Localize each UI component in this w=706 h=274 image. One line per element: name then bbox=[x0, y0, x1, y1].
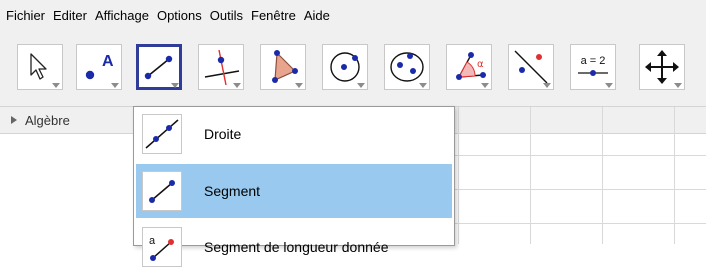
algebra-view[interactable] bbox=[0, 134, 136, 244]
menu-bar: Fichier Editer Affichage Options Outils … bbox=[0, 0, 706, 30]
line-through-two-points-icon bbox=[145, 119, 179, 149]
dropdown-item-label: Segment bbox=[204, 183, 261, 199]
menu-fichier[interactable]: Fichier bbox=[0, 8, 49, 23]
segment-tool-button[interactable] bbox=[136, 44, 182, 90]
algebra-panel-header[interactable]: Algèbre bbox=[0, 107, 136, 134]
menu-outils[interactable]: Outils bbox=[206, 8, 247, 23]
toolbar: A α a = 2 bbox=[0, 30, 706, 107]
dropdown-item-icon bbox=[142, 171, 182, 211]
dropdown-item-segment[interactable]: Segment bbox=[136, 164, 452, 218]
point-label: A bbox=[102, 53, 114, 70]
dropdown-item-label: Droite bbox=[204, 126, 242, 142]
expand-arrow-icon bbox=[295, 83, 303, 88]
menu-aide[interactable]: Aide bbox=[300, 8, 334, 23]
expand-arrow-icon bbox=[481, 83, 489, 88]
dropdown-item-label: Segment de longueur donnée bbox=[204, 239, 389, 255]
dropdown-item-icon bbox=[142, 114, 182, 154]
perpendicular-tool-button[interactable] bbox=[198, 44, 244, 90]
menu-options[interactable]: Options bbox=[153, 8, 206, 23]
menu-affichage[interactable]: Affichage bbox=[91, 8, 153, 23]
algebra-title: Algèbre bbox=[25, 112, 70, 128]
reflect-tool-button[interactable] bbox=[508, 44, 554, 90]
expand-arrow-icon bbox=[543, 83, 551, 88]
expand-arrow-icon bbox=[111, 83, 119, 88]
expand-arrow-icon bbox=[674, 83, 682, 88]
polygon-tool-button[interactable] bbox=[260, 44, 306, 90]
expand-arrow-icon bbox=[52, 83, 60, 88]
dropdown-item-droite[interactable]: Droite bbox=[136, 107, 452, 161]
expand-arrow-icon bbox=[233, 83, 241, 88]
expand-arrow-icon bbox=[419, 83, 427, 88]
circle-tool-button[interactable] bbox=[322, 44, 368, 90]
ellipse-tool-button[interactable] bbox=[384, 44, 430, 90]
dropdown-item-icon: a bbox=[142, 227, 182, 267]
expand-arrow-icon bbox=[171, 83, 179, 88]
angle-tool-button[interactable]: α bbox=[446, 44, 492, 90]
point-tool-button[interactable]: A bbox=[76, 44, 122, 90]
slider-tool-button[interactable]: a = 2 bbox=[570, 44, 616, 90]
dropdown-item-segment-longueur[interactable]: a Segment de longueur donnée bbox=[136, 220, 452, 274]
move-view-tool-button[interactable] bbox=[639, 44, 685, 90]
segment-icon bbox=[149, 180, 175, 203]
menu-fenetre[interactable]: Fenêtre bbox=[247, 8, 300, 23]
slider-label: a = 2 bbox=[581, 55, 606, 67]
length-label: a bbox=[149, 235, 156, 247]
expand-arrow-icon bbox=[357, 83, 365, 88]
tool-dropdown-menu: Droite Segment a Segment de longueur don… bbox=[133, 106, 455, 267]
segment-line-icon bbox=[144, 55, 173, 80]
expand-triangle-icon[interactable] bbox=[11, 116, 17, 124]
angle-label: α bbox=[477, 59, 484, 70]
expand-arrow-icon bbox=[605, 83, 613, 88]
move-tool-button[interactable] bbox=[17, 44, 63, 90]
segment-fixed-length-icon: a bbox=[149, 235, 174, 261]
menu-editer[interactable]: Editer bbox=[49, 8, 91, 23]
